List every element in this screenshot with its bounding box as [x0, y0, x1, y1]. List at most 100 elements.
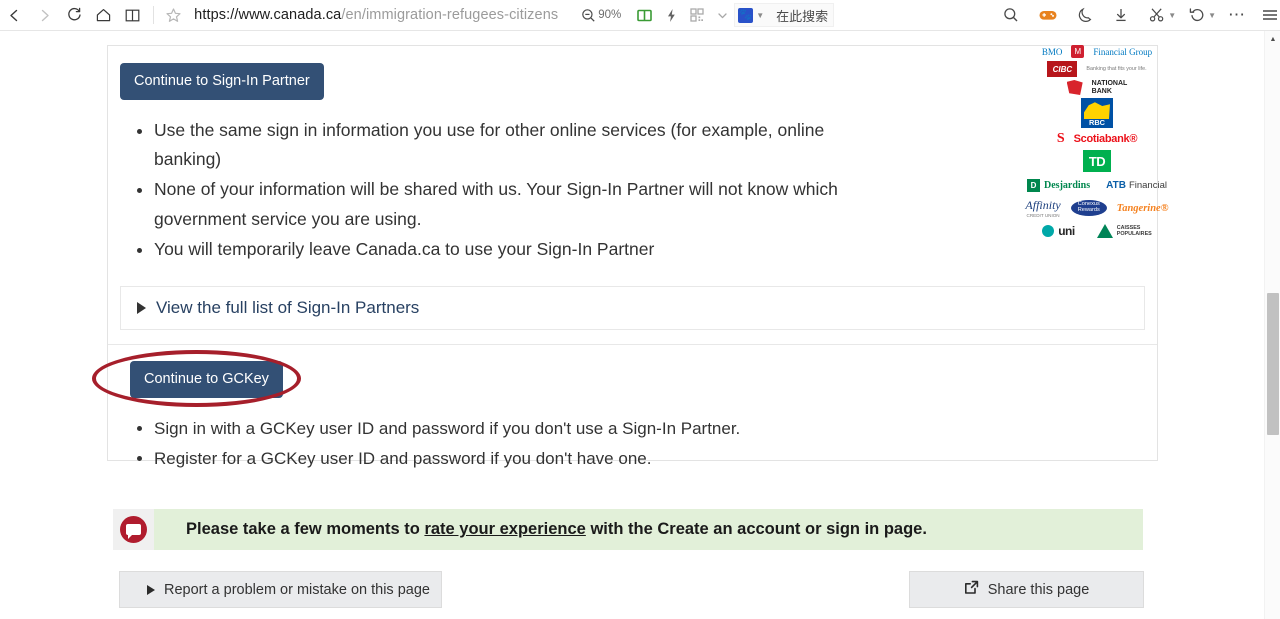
logo-bmo: BMO M Financial Group [1042, 45, 1152, 58]
speech-bubble-icon [120, 516, 147, 543]
scissors-chevron-icon[interactable]: ▼ [1168, 11, 1176, 20]
logo-bmo-text-left: BMO [1042, 47, 1063, 57]
moon-icon[interactable] [1076, 1, 1094, 29]
chevron-down-icon[interactable] [715, 1, 730, 29]
logo-desjardins-text: Desjardins [1044, 180, 1090, 191]
triangle-right-icon [137, 302, 146, 314]
continue-to-gckey-button[interactable]: Continue to GCKey [130, 361, 283, 398]
logo-conexus-rewards: Conexus Rewards [1071, 200, 1107, 216]
feedback-banner: Please take a few moments to rate your e… [113, 509, 1143, 550]
logo-desjardins: D Desjardins [1027, 179, 1090, 192]
bookmark-star-button[interactable] [159, 1, 189, 29]
share-this-page-button[interactable]: Share this page [909, 571, 1144, 608]
logo-bmo-badge: M [1071, 45, 1084, 58]
logo-bmo-text-right: Financial Group [1093, 47, 1152, 57]
download-icon[interactable] [1112, 1, 1130, 29]
list-item: Use the same sign in information you use… [154, 116, 874, 175]
full-list-of-partners-label: View the full list of Sign-In Partners [156, 298, 419, 318]
zoom-level-label: 90% [598, 9, 621, 21]
logo-caisses-populaires: CAISSES POPULAIRES [1097, 224, 1152, 238]
rate-your-experience-link[interactable]: rate your experience [424, 520, 585, 538]
baidu-paw-icon[interactable]: 🐾 [738, 8, 753, 23]
logo-rbc-lion-icon [1084, 102, 1110, 119]
logo-uni: uni [1042, 224, 1075, 238]
logo-scotiabank-text: Scotiabank® [1074, 133, 1138, 145]
logo-rbc-mark: RBC [1081, 98, 1113, 128]
logo-caisses-line2: POPULAIRES [1117, 231, 1152, 237]
signin-partner-logos: BMO M Financial Group CIBC Banking that … [1022, 45, 1172, 238]
gamepad-icon[interactable] [1038, 1, 1058, 29]
logo-scotiabank-initial: S [1057, 131, 1065, 147]
address-bar[interactable]: https://www.canada.ca/en/immigration-ref… [190, 1, 558, 29]
logo-national-bank-text: NATIONAL BANK [1092, 80, 1128, 95]
search-box[interactable]: 🐾 ▼ 在此搜索 [734, 3, 834, 27]
logo-td: TD [1083, 150, 1111, 172]
undo-icon[interactable] [1188, 1, 1206, 29]
url-path: /en/immigration-refugees-citizens [341, 7, 558, 23]
url-host: https://www.canada.ca [194, 7, 341, 23]
reading-list-button[interactable] [118, 1, 148, 29]
page-scrollbar[interactable]: ▲ [1264, 31, 1280, 619]
back-button[interactable] [0, 1, 30, 29]
logo-cibc: CIBC Banking that fits your life. [1047, 61, 1146, 77]
logo-atb-financial: ATB Financial [1106, 180, 1167, 191]
page-content: Continue to Sign-In Partner Use the same… [0, 31, 1264, 619]
browser-toolbar: https://www.canada.ca/en/immigration-ref… [0, 0, 1280, 31]
logo-affinity: Affinity CREDIT UNION [1025, 198, 1060, 218]
zoom-out-icon[interactable] [580, 1, 597, 29]
share-this-page-label: Share this page [988, 582, 1090, 598]
url-text: https://www.canada.ca/en/immigration-ref… [194, 7, 558, 23]
logo-scotiabank: S Scotiabank® [1057, 131, 1137, 147]
logo-atb-bold: ATB [1106, 180, 1126, 191]
feedback-message: Please take a few moments to rate your e… [186, 520, 927, 539]
scrollbar-thumb[interactable] [1267, 293, 1279, 435]
lightning-bolt-icon[interactable] [664, 1, 679, 29]
scroll-up-arrow-icon[interactable]: ▲ [1265, 31, 1280, 47]
hamburger-menu-icon[interactable] [1260, 1, 1280, 29]
continue-to-signin-partner-button[interactable]: Continue to Sign-In Partner [120, 63, 324, 100]
logo-uni-mark-icon [1042, 225, 1054, 237]
home-button[interactable] [89, 1, 119, 29]
speech-bubble-shape [126, 524, 141, 535]
logo-nb-line2: BANK [1092, 88, 1128, 96]
logo-desjardins-badge: D [1027, 179, 1040, 192]
search-icon[interactable] [1002, 1, 1020, 29]
full-list-of-partners-summary[interactable]: View the full list of Sign-In Partners [137, 298, 1128, 318]
full-list-of-partners-details[interactable]: View the full list of Sign-In Partners [120, 286, 1145, 330]
signin-partner-bullet-list: Use the same sign in information you use… [108, 116, 1157, 265]
logo-atb-light: Financial [1129, 180, 1167, 191]
report-problem-label: Report a problem or mistake on this page [164, 582, 430, 598]
report-problem-button[interactable]: Report a problem or mistake on this page [119, 571, 442, 608]
triangle-right-icon [147, 585, 155, 595]
scissors-icon[interactable] [1148, 1, 1166, 29]
feedback-icon-container [113, 509, 154, 550]
forward-button[interactable] [30, 1, 60, 29]
list-item: None of your information will be shared … [154, 175, 874, 234]
logo-tangerine: Tangerine® [1117, 203, 1169, 214]
list-item: Register for a GCKey user ID and passwor… [154, 444, 1034, 473]
logo-row-affinity-conexus-tangerine: Affinity CREDIT UNION Conexus Rewards Ta… [1025, 198, 1168, 218]
qr-code-icon[interactable] [689, 1, 705, 29]
logo-national-bank-mark [1067, 80, 1083, 95]
zoom-control[interactable]: 90% [580, 1, 629, 29]
list-item: Sign in with a GCKey user ID and passwor… [154, 414, 1034, 443]
logo-cibc-mark: CIBC [1047, 61, 1077, 77]
ellipsis-icon[interactable]: ⋯ [1228, 1, 1246, 29]
logo-caisses-triangle-icon [1097, 224, 1113, 238]
logo-row-desjardins-atb: D Desjardins ATB Financial [1027, 179, 1167, 192]
signin-partner-section: Continue to Sign-In Partner Use the same… [108, 46, 1157, 344]
search-input[interactable]: 在此搜索 [776, 6, 828, 25]
list-item: You will temporarily leave Canada.ca to … [154, 235, 874, 264]
logo-nb-line1: NATIONAL [1092, 80, 1128, 88]
logo-affinity-text: Affinity [1025, 198, 1060, 213]
logo-rbc-text: RBC [1089, 119, 1105, 128]
undo-chevron-icon[interactable]: ▼ [1208, 11, 1216, 20]
logo-td-mark: TD [1083, 150, 1111, 172]
logo-cibc-tagline: Banking that fits your life. [1086, 66, 1146, 72]
share-external-link-icon [964, 580, 979, 599]
reload-button[interactable] [59, 1, 89, 29]
green-book-icon[interactable] [635, 1, 654, 29]
logo-row-uni-caisses: uni CAISSES POPULAIRES [1042, 224, 1152, 238]
logo-rbc: RBC [1081, 98, 1113, 128]
search-engine-chevron-icon[interactable]: ▼ [756, 11, 764, 20]
